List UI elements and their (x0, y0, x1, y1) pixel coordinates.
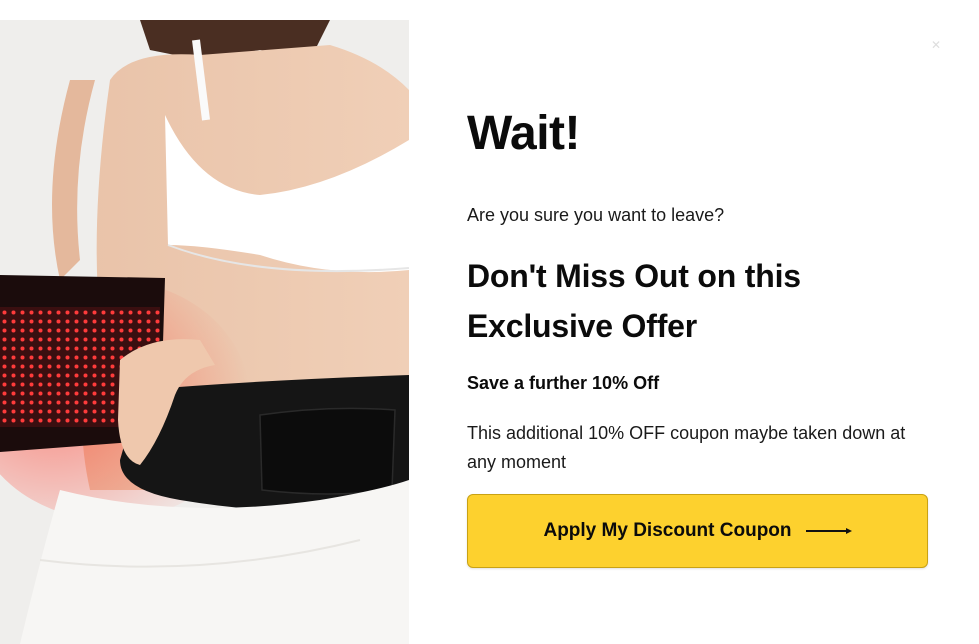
woman-wearing-led-belt-image (0, 20, 409, 644)
close-icon[interactable]: ✕ (929, 38, 943, 52)
modal-title: Wait! (467, 107, 581, 160)
product-image (0, 20, 409, 644)
exit-intent-modal: ✕ Wait! Are you sure you want to leave? … (0, 0, 979, 644)
modal-subtitle: Are you sure you want to leave? (467, 205, 725, 225)
offer-headline: Don't Miss Out on this Exclusive Offer (467, 258, 801, 344)
discount-text: Save a further 10% Off (467, 373, 660, 393)
apply-coupon-button[interactable]: Apply My Discount Coupon (467, 494, 928, 568)
apply-coupon-label: Apply My Discount Coupon (543, 520, 792, 541)
offer-description: This additional 10% OFF coupon maybe tak… (467, 423, 906, 472)
arrow-right-icon (805, 526, 852, 536)
